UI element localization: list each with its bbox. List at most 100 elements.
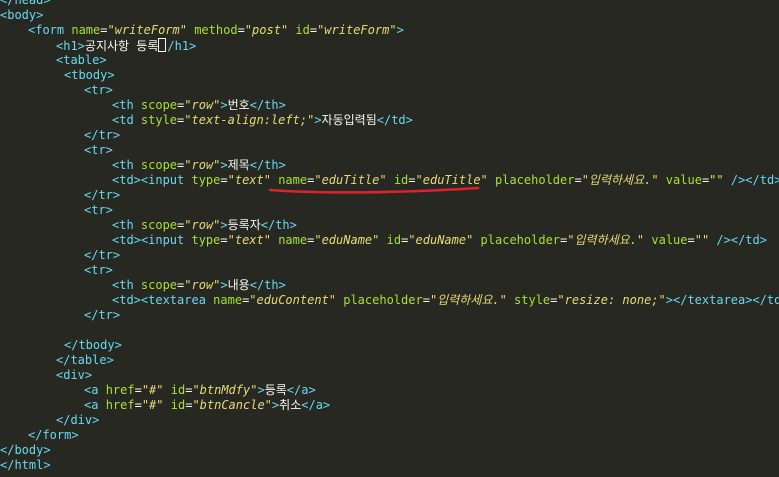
code-line[interactable]: <h1>공지사항 등록/h1> [56, 38, 196, 53]
code-token-attr: scope [140, 278, 178, 292]
code-token-tag: <th [112, 98, 141, 112]
code-token-tag: </tr> [84, 188, 121, 202]
code-line[interactable]: </head> [0, 0, 51, 8]
code-token-attr: name [270, 233, 308, 247]
code-token-str: "post" [244, 23, 289, 37]
code-token-attr: placeholder [487, 173, 575, 187]
code-token-tag: </form> [28, 428, 79, 442]
code-token-attr: id [163, 383, 186, 397]
code-token-attr: type [191, 173, 221, 187]
code-token-tag: > [220, 98, 228, 112]
code-token-tag: ></textarea></td> [665, 293, 779, 307]
code-line[interactable]: </tbody> [64, 338, 122, 353]
code-token-tag: <td><textarea [112, 293, 214, 307]
code-line[interactable]: <th scope="row">번호</th> [112, 98, 286, 113]
code-line[interactable]: </tr> [84, 188, 120, 203]
code-token-tag: <div> [56, 368, 93, 382]
code-token-str: "text" [227, 233, 271, 247]
code-token-str: "eduName" [408, 233, 474, 247]
code-token-text: 제목 [227, 158, 250, 172]
code-token-str: "#" [141, 383, 164, 397]
code-token-text: 자동입력됨 [321, 113, 377, 127]
code-line[interactable]: </tr> [84, 128, 120, 143]
code-line[interactable]: </html> [0, 458, 51, 473]
code-token-tag: </html> [0, 458, 51, 472]
code-token-tag: /></td> [723, 173, 779, 187]
code-token-attr: placeholder [336, 293, 423, 307]
code-line[interactable]: </div> [56, 413, 99, 428]
code-line[interactable]: <td><textarea name = "eduContent" placehol… [112, 293, 779, 308]
code-token-str: "row" [184, 278, 221, 292]
code-token-tag: <tr> [84, 203, 113, 217]
code-line[interactable]: <form name="writeForm" method="post" id=… [28, 23, 404, 38]
text-cursor [158, 38, 167, 52]
code-token-tag: <th [112, 278, 141, 292]
code-token-tag: </tr> [84, 248, 121, 262]
code-token-tag: > [257, 383, 265, 397]
code-token-tag: > [220, 158, 228, 172]
code-token-tag: <a [84, 398, 106, 412]
code-token-str: "row" [184, 218, 221, 232]
code-token-tag: </th> [249, 98, 286, 112]
code-line[interactable]: <tr> [84, 203, 113, 218]
code-token-str: "eduContent" [249, 293, 336, 307]
code-token-punct: = [422, 293, 430, 307]
code-token-str: "입력하세요." [567, 233, 645, 247]
code-line[interactable]: <a href="#" id="btnCancle">취소</a> [84, 398, 330, 413]
code-line[interactable]: <body> [0, 8, 43, 23]
code-line[interactable]: <tr> [84, 263, 113, 278]
code-token-tag: <tr> [84, 263, 113, 277]
code-token-attr: method [186, 23, 238, 37]
code-token-tag: </tr> [84, 308, 121, 322]
code-token-attr: scope [140, 218, 178, 232]
code-token-text: 등록자 [227, 218, 261, 232]
code-line[interactable]: <td><input type="text" name="eduName" id… [112, 233, 767, 248]
code-line[interactable]: <th scope="row">내용</th> [112, 278, 286, 293]
code-token-attr: id [288, 23, 310, 37]
code-token-str: "text-align:left;" [184, 113, 315, 127]
code-token-punct: = [237, 23, 245, 37]
code-token-tag: </a> [301, 398, 331, 412]
code-line[interactable]: </form> [28, 428, 79, 443]
code-line[interactable]: <tbody> [64, 68, 115, 83]
code-token-str: "" [709, 173, 724, 187]
code-line[interactable]: <tr> [84, 83, 113, 98]
code-token-tag: > [220, 278, 228, 292]
code-token-str: "btnMdfy" [192, 383, 258, 397]
code-token-str: "입력하세요." [581, 173, 659, 187]
code-token-tag: <th [112, 218, 141, 232]
code-token-tag: </head> [0, 0, 51, 7]
code-line[interactable]: <td style="text-align:left;">자동입력됨</td> [112, 113, 413, 128]
code-token-tag: /></td> [709, 233, 767, 247]
code-token-punct: = [134, 383, 142, 397]
code-token-tag: </tbody> [64, 338, 122, 352]
code-editor[interactable]: </head> <body> <form name="writeForm" meth… [0, 0, 779, 477]
code-token-tag: </a> [286, 383, 316, 397]
code-line[interactable]: </body> [0, 443, 51, 458]
code-token-attr: style [506, 293, 551, 307]
code-token-punct: = [220, 233, 228, 247]
code-line[interactable]: <table> [56, 53, 107, 68]
code-token-str: "" [694, 233, 710, 247]
code-line[interactable]: <tr> [84, 143, 113, 158]
code-line[interactable]: </tr> [84, 248, 120, 263]
code-token-tag: </table> [56, 353, 114, 367]
code-line[interactable]: <div> [56, 368, 92, 383]
red-underline-annotation [268, 186, 480, 194]
code-line[interactable]: <th scope="row">제목</th> [112, 158, 286, 173]
code-token-str: "row" [184, 98, 221, 112]
code-line[interactable]: </tr> [84, 308, 120, 323]
code-line[interactable]: <th scope="row">등록자</th> [112, 218, 297, 233]
code-token-tag: <a [84, 383, 106, 397]
code-token-punct: = [309, 23, 318, 37]
code-token-attr: value [644, 233, 688, 247]
code-line[interactable]: </table> [56, 353, 114, 368]
code-token-tag: > [220, 218, 228, 232]
code-token-tag: <td><input [112, 233, 192, 247]
code-token-tag: > [314, 113, 322, 127]
code-line[interactable]: <a href="#" id="btnMdfy">등록</a> [84, 383, 316, 398]
code-token-attr: style [140, 113, 178, 127]
code-token-str: "writeForm" [107, 23, 187, 37]
code-token-punct: = [134, 398, 142, 412]
code-token-tag: <td><input [112, 173, 192, 187]
